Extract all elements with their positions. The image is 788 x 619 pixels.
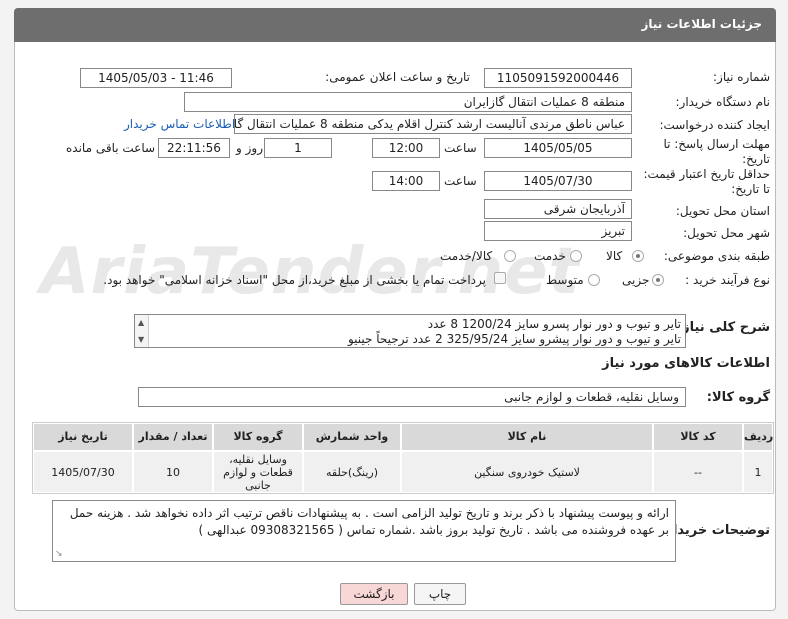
reply-date-field[interactable]: 1405/05/05 bbox=[484, 138, 632, 158]
table-header: ردیف bbox=[744, 424, 773, 450]
radio-medium[interactable] bbox=[588, 274, 600, 286]
summary-scrollbar[interactable]: ▲ ▼ bbox=[135, 315, 149, 347]
creator-label: ایجاد کننده درخواست: bbox=[659, 118, 770, 132]
scroll-up-icon[interactable]: ▲ bbox=[138, 318, 144, 327]
table-header: کد کالا bbox=[654, 424, 742, 450]
price-date-field[interactable]: 1405/07/30 bbox=[484, 171, 632, 191]
summary-label: شرح کلی نیاز: bbox=[676, 320, 770, 335]
days-label: روز و bbox=[236, 141, 263, 155]
treasury-payment-checkbox[interactable] bbox=[494, 272, 506, 284]
scroll-down-icon[interactable]: ▼ bbox=[138, 335, 144, 344]
radio-goods[interactable] bbox=[632, 250, 644, 262]
radio-goods-label: کالا bbox=[606, 249, 623, 263]
price-validity-label-2: تا تاریخ: bbox=[731, 182, 770, 196]
contact-buyer-link[interactable]: اطلاعات تماس خریدار bbox=[124, 117, 235, 131]
buyer-label: نام دستگاه خریدار: bbox=[675, 95, 771, 109]
creator-field[interactable]: عباس ناطق مرندی آنالیست ارشد کنترل اقلام… bbox=[234, 114, 632, 134]
summary-line-1: تایر و تیوب و دور نوار پسرو سایز 1200/24… bbox=[427, 317, 681, 331]
goods-group-field[interactable]: وسایل نقلیه، قطعات و لوازم جانبی bbox=[138, 387, 686, 407]
table-header: واحد شمارش bbox=[304, 424, 400, 450]
reply-deadline-label: مهلت ارسال پاسخ: تا bbox=[663, 137, 770, 151]
table-cell: لاستیک خودروی سنگین bbox=[402, 452, 652, 492]
summary-line-2: تایر و تیوب و دور نوار پیشرو سایز 325/95… bbox=[347, 332, 681, 346]
reply-time-label: ساعت bbox=[444, 141, 477, 155]
province-label: استان محل تحویل: bbox=[675, 204, 770, 218]
goods-info-title: اطلاعات کالاهای مورد نیاز bbox=[602, 356, 770, 371]
radio-goods-service[interactable] bbox=[504, 250, 516, 262]
buyer-field[interactable]: منطقه 8 عملیات انتقال گازایران bbox=[184, 92, 632, 112]
goods-group-label: گروه کالا: bbox=[706, 390, 770, 405]
buyer-notes-text: ارائه و پیوست پیشنهاد با ذکر برند و تاری… bbox=[69, 506, 669, 537]
page-title: جزئیات اطلاعات نیاز bbox=[641, 17, 762, 31]
radio-medium-label: متوسط bbox=[546, 273, 584, 287]
table-header: تاریخ نیاز bbox=[34, 424, 132, 450]
process-type-label: نوع فرآیند خرید : bbox=[685, 273, 770, 287]
reply-time-field[interactable]: 12:00 bbox=[372, 138, 440, 158]
table-header: تعداد / مقدار bbox=[134, 424, 212, 450]
need-number-label: شماره نیاز: bbox=[713, 70, 770, 84]
remaining-time-label: ساعت باقی مانده bbox=[66, 141, 156, 155]
category-label: طبقه بندی موضوعی: bbox=[663, 249, 770, 263]
radio-partial-label: جزیی bbox=[622, 273, 650, 287]
resize-handle-icon[interactable]: ↘ bbox=[55, 549, 63, 559]
price-time-label: ساعت bbox=[444, 174, 477, 188]
radio-service-label: خدمت bbox=[534, 249, 566, 263]
radio-service[interactable] bbox=[570, 250, 582, 262]
buyer-notes-label: توضیحات خریدار: bbox=[660, 523, 770, 538]
table-header: نام کالا bbox=[402, 424, 652, 450]
back-button[interactable]: بازگشت bbox=[340, 583, 408, 605]
print-button[interactable]: چاپ bbox=[414, 583, 466, 605]
treasury-payment-note: پرداخت تمام یا بخشی از مبلغ خرید،از محل … bbox=[103, 273, 486, 287]
days-remaining-field[interactable]: 1 bbox=[264, 138, 332, 158]
city-label: شهر محل تحویل: bbox=[683, 226, 770, 240]
table-cell: وسایل نقلیه، قطعات و لوازم جانبی bbox=[214, 452, 302, 492]
buyer-notes-textarea[interactable]: ارائه و پیوست پیشنهاد با ذکر برند و تاری… bbox=[52, 500, 676, 562]
table-header: گروه کالا bbox=[214, 424, 302, 450]
table-cell: 1405/07/30 bbox=[34, 452, 132, 492]
summary-textarea[interactable]: ▲ ▼ تایر و تیوب و دور نوار پسرو سایز 120… bbox=[134, 314, 686, 348]
page-header: جزئیات اطلاعات نیاز bbox=[14, 8, 776, 42]
table-cell: 1 bbox=[744, 452, 772, 492]
table-cell: 10 bbox=[134, 452, 212, 492]
price-time-field[interactable]: 14:00 bbox=[372, 171, 440, 191]
announce-label: تاریخ و ساعت اعلان عمومی: bbox=[325, 70, 470, 84]
city-field[interactable]: تبریز bbox=[484, 221, 632, 241]
province-field[interactable]: آذربایجان شرقی bbox=[484, 199, 632, 219]
need-number-field[interactable]: 1105091592000446 bbox=[484, 68, 632, 88]
table-cell: -- bbox=[654, 452, 742, 492]
radio-goods-service-label: کالا/خدمت bbox=[440, 249, 493, 263]
radio-partial[interactable] bbox=[652, 274, 664, 286]
price-validity-label: حداقل تاریخ اعتبار قیمت: bbox=[643, 167, 770, 181]
table-cell: (رینگ)حلقه bbox=[304, 452, 400, 492]
remaining-time-field[interactable]: 22:11:56 bbox=[158, 138, 230, 158]
announce-field[interactable]: 1405/05/03 - 11:46 bbox=[80, 68, 232, 88]
reply-deadline-label-2: تاریخ: bbox=[742, 152, 770, 166]
